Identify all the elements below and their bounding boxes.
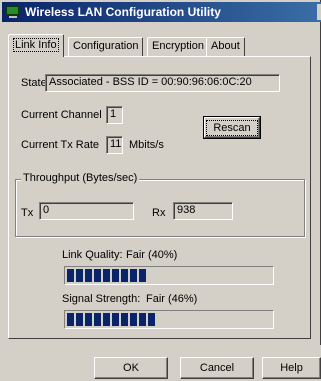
- link-quality-segment: [94, 269, 101, 282]
- tab-configuration[interactable]: Configuration: [68, 37, 144, 56]
- link-quality-segment: [76, 269, 83, 282]
- link-quality-segment: [139, 269, 146, 282]
- link-quality-label: Link Quality:: [62, 249, 123, 261]
- window-title: Wireless LAN Configuration Utility: [25, 5, 221, 19]
- tab-about[interactable]: About: [206, 37, 245, 56]
- title-bar-edge: [317, 4, 321, 20]
- link-quality-segment: [130, 269, 137, 282]
- current-channel-field: 1: [106, 106, 123, 124]
- signal-strength-segment: [130, 313, 137, 326]
- link-quality-segment: [67, 269, 74, 282]
- signal-strength-label: Signal Strength:: [62, 293, 141, 305]
- throughput-title: Throughput (Bytes/sec): [21, 172, 140, 184]
- link-quality-bar: [64, 266, 274, 285]
- tx-label: Tx: [21, 207, 34, 219]
- signal-strength-bar: [64, 310, 274, 329]
- utility-window: Wireless LAN Configuration Utility Link …: [0, 0, 321, 381]
- rx-field: 938: [173, 202, 233, 220]
- signal-strength-segment: [103, 313, 110, 326]
- tx-field: 0: [39, 202, 134, 220]
- link-quality-segment: [85, 269, 92, 282]
- cancel-button[interactable]: Cancel: [180, 357, 254, 379]
- link-quality-segment: [112, 269, 119, 282]
- signal-strength-segment: [67, 313, 74, 326]
- signal-strength-value: Fair (46%): [146, 293, 198, 305]
- signal-strength-segment: [121, 313, 128, 326]
- current-channel-label: Current Channel: [21, 109, 102, 121]
- help-button[interactable]: Help: [262, 357, 321, 379]
- button-strip: OK Cancel Help: [0, 345, 321, 381]
- signal-strength-segment: [148, 313, 155, 326]
- signal-strength-segment: [85, 313, 92, 326]
- state-field: Associated - BSS ID = 00:90:96:06:0C:20: [45, 74, 280, 92]
- rx-label: Rx: [152, 207, 166, 219]
- title-bar[interactable]: Wireless LAN Configuration Utility: [2, 2, 321, 22]
- signal-strength-segment: [112, 313, 119, 326]
- current-tx-rate-label: Current Tx Rate: [21, 139, 100, 151]
- signal-strength-segment: [76, 313, 83, 326]
- signal-strength-segment: [139, 313, 146, 326]
- link-quality-value: Fair (40%): [126, 249, 178, 261]
- link-info-panel: State Associated - BSS ID = 00:90:96:06:…: [8, 56, 311, 339]
- rescan-button[interactable]: Rescan: [203, 116, 261, 139]
- state-label: State: [21, 77, 47, 89]
- tx-rate-unit: Mbits/s: [129, 139, 164, 151]
- tab-link-info[interactable]: Link Info: [8, 34, 64, 57]
- signal-strength-segment: [94, 313, 101, 326]
- current-tx-rate-field: 11: [106, 136, 123, 154]
- ok-button[interactable]: OK: [94, 357, 168, 379]
- link-quality-segment: [103, 269, 110, 282]
- tab-encryption[interactable]: Encryption: [147, 37, 209, 56]
- link-quality-segment: [121, 269, 128, 282]
- monitor-icon: [5, 5, 21, 19]
